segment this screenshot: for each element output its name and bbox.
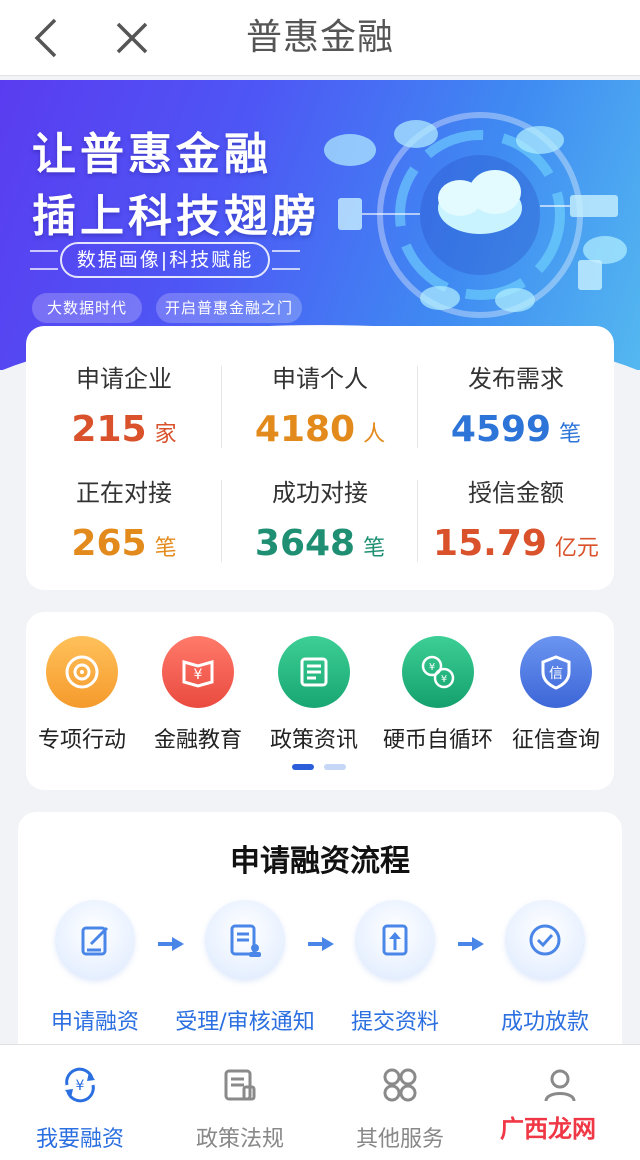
site-watermark: 广西龙网 (500, 1115, 596, 1143)
step-label: 成功放款 (500, 1010, 589, 1035)
stat-value: 265 (71, 523, 147, 564)
step-label: 受理/审核通知 (175, 1010, 315, 1035)
carousel-dot-active[interactable] (292, 764, 314, 770)
svg-text:¥: ¥ (441, 674, 447, 685)
stat-applying-individuals: 申请个人 4180 人 (222, 362, 418, 452)
process-title: 申请融资流程 (230, 844, 410, 879)
carousel-dot[interactable] (324, 764, 346, 770)
divider (221, 366, 222, 448)
stat-label: 授信金额 (468, 479, 564, 507)
service-coin-cycle[interactable]: ¥ ¥ 硬币自循环 (378, 636, 498, 754)
document-icon (218, 1063, 262, 1107)
divider (221, 480, 222, 562)
stat-label: 申请企业 (76, 365, 172, 393)
stat-value: 15.79 (433, 523, 547, 564)
stat-value: 215 (71, 409, 147, 450)
target-icon (46, 636, 118, 708)
stat-unit: 家 (154, 422, 177, 447)
nav-other-services[interactable]: 其他服务 (320, 1063, 480, 1153)
process-card: 申请融资流程 申请融资 受理/审核通知 提交资料 成功放款 (18, 812, 622, 1052)
user-icon (538, 1063, 582, 1107)
yuan-book-icon: ¥ (162, 636, 234, 708)
divider (417, 480, 418, 562)
svg-text:¥: ¥ (76, 1078, 85, 1094)
check-circle-icon (505, 900, 585, 980)
services-card: 专项行动 ¥ 金融教育 政策资讯 ¥ ¥ 硬币自循环 信 征信查询 (26, 612, 614, 790)
svg-text:¥: ¥ (429, 662, 435, 673)
svg-text:信: 信 (549, 666, 563, 682)
banner-pill-2: 开启普惠金融之门 (156, 293, 302, 323)
review-doc-icon (205, 900, 285, 980)
nav-label: 其他服务 (355, 1127, 444, 1152)
stat-label: 发布需求 (468, 365, 564, 393)
service-special-action[interactable]: 专项行动 (22, 636, 142, 754)
page-title: 普惠金融 (245, 17, 394, 58)
banner-tagline: 数据画像|科技赋能 (60, 242, 270, 278)
stat-value: 4599 (450, 409, 552, 450)
credit-shield-icon: 信 (520, 636, 592, 708)
edit-form-icon (55, 900, 135, 980)
grid-icon (378, 1063, 422, 1107)
stat-unit: 人 (363, 422, 386, 447)
stat-successful-matches: 成功对接 3648 笔 (222, 476, 418, 566)
nav-label: 政策法规 (195, 1127, 284, 1152)
banner-pill-1: 大数据时代 (32, 293, 142, 323)
service-policy-news[interactable]: 政策资讯 (254, 636, 374, 754)
stat-credit-amount: 授信金额 15.79 亿元 (418, 476, 614, 566)
stat-label: 成功对接 (272, 479, 368, 507)
nav-apply-financing[interactable]: ¥ 我要融资 (0, 1063, 160, 1153)
stat-label: 申请个人 (272, 365, 368, 393)
cloud-tech-illustration (324, 112, 627, 318)
yuan-cycle-icon: ¥ (58, 1063, 102, 1107)
service-label: 征信查询 (511, 728, 600, 753)
banner-headline-2: 插上科技翅膀 (32, 191, 320, 242)
nav-policy-regulations[interactable]: 政策法规 (160, 1063, 320, 1153)
decor-lines-left (30, 250, 58, 270)
stat-published-demands: 发布需求 4599 笔 (418, 362, 614, 452)
service-label: 政策资讯 (269, 728, 358, 753)
step-label: 提交资料 (350, 1010, 439, 1035)
stat-unit: 笔 (363, 536, 386, 561)
nav-label: 我要融资 (35, 1127, 124, 1152)
step-label: 申请融资 (50, 1010, 139, 1035)
service-finance-education[interactable]: ¥ 金融教育 (138, 636, 258, 754)
stats-card: 申请企业 215 家 申请个人 4180 人 发布需求 4599 笔 正在对接 265… (26, 326, 614, 590)
stat-value: 4180 (254, 409, 356, 450)
coin-cycle-icon: ¥ ¥ (402, 636, 474, 708)
service-label: 硬币自循环 (382, 728, 493, 753)
newspaper-icon (278, 636, 350, 708)
stat-label: 正在对接 (76, 479, 172, 507)
stat-value: 3648 (254, 523, 356, 564)
step-apply-financing[interactable]: 申请融资 (20, 900, 170, 1036)
decor-lines-right (272, 250, 300, 270)
step-review-notice[interactable]: 受理/审核通知 (170, 900, 320, 1036)
stat-unit: 笔 (559, 422, 582, 447)
step-submit-documents[interactable]: 提交资料 (320, 900, 470, 1036)
stat-in-matching: 正在对接 265 笔 (26, 476, 222, 566)
svg-text:¥: ¥ (194, 667, 203, 683)
header-bar: 普惠金融 (0, 0, 640, 76)
bottom-nav: ¥ 我要融资 政策法规 其他服务 广西龙网 (0, 1044, 640, 1160)
banner-headline-1: 让普惠金融 (32, 129, 272, 180)
service-label: 专项行动 (37, 728, 126, 753)
service-label: 金融教育 (153, 728, 242, 753)
divider (417, 366, 418, 448)
upload-doc-icon (355, 900, 435, 980)
stat-unit: 笔 (154, 536, 177, 561)
stat-unit: 亿元 (554, 536, 599, 561)
stat-applying-enterprises: 申请企业 215 家 (26, 362, 222, 452)
step-loan-disbursed[interactable]: 成功放款 (470, 900, 620, 1036)
service-credit-check[interactable]: 信 征信查询 (496, 636, 616, 754)
